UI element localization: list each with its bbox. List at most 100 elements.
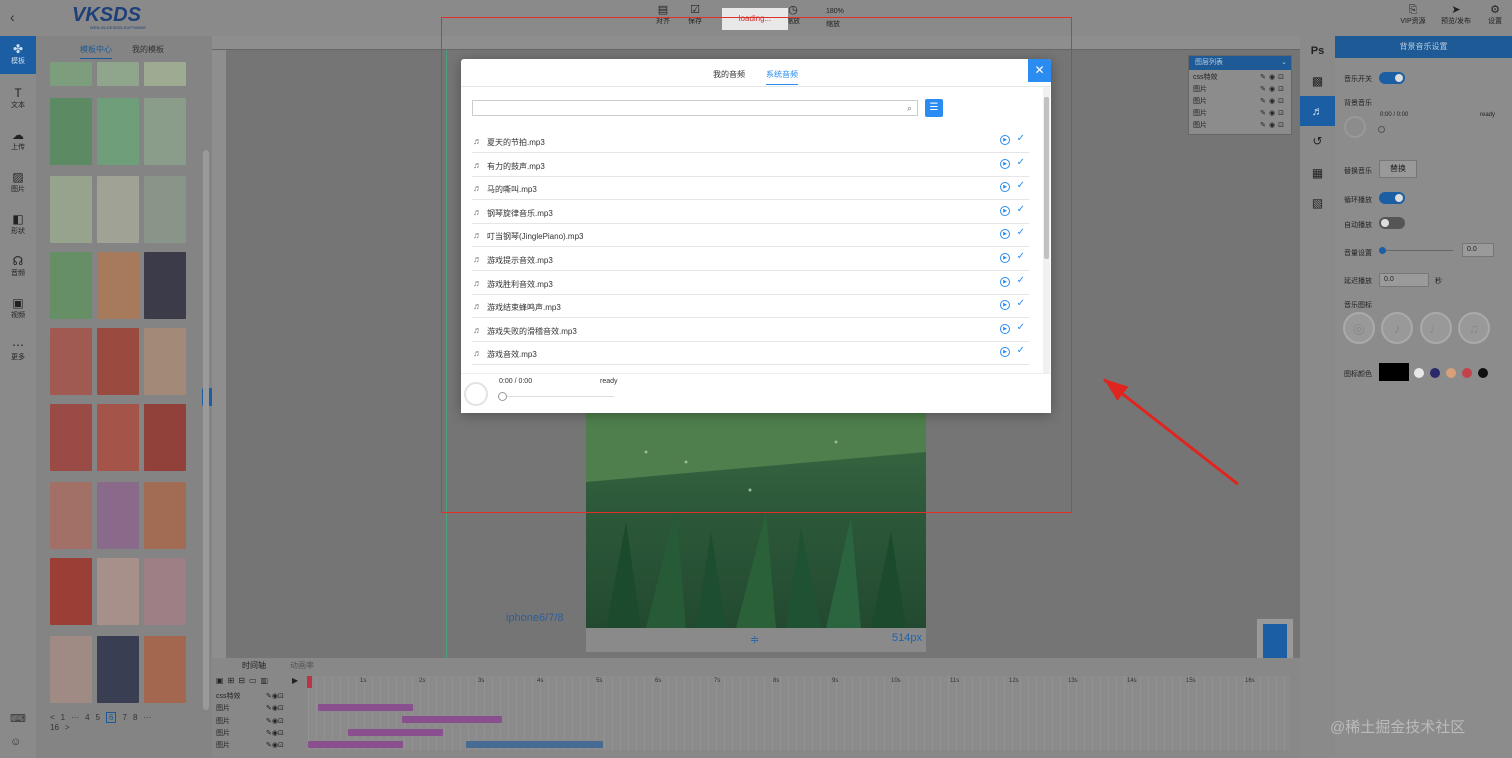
template-thumb[interactable] — [144, 62, 186, 86]
audio-track-row[interactable]: ♬ 游戏提示音效.mp3 ▶ ✓ — [472, 248, 1029, 271]
play-icon[interactable]: ▶ — [1000, 182, 1010, 192]
page-item[interactable]: 5 — [96, 713, 100, 722]
template-thumb[interactable] — [144, 328, 186, 395]
layer-list-header[interactable]: 图层列表 ⌄ — [1189, 56, 1291, 70]
check-icon[interactable]: ✓ — [1017, 157, 1025, 168]
music-icon-option-quarter[interactable]: ♩ — [1420, 312, 1452, 344]
template-thumb[interactable] — [144, 176, 186, 243]
layer-row[interactable]: 图片 ✎◉⊡ — [1193, 84, 1289, 96]
template-thumb[interactable] — [50, 636, 92, 703]
audio-search-input[interactable] — [472, 100, 903, 116]
audio-track-row[interactable]: ♬ 游戏结束蜂鸣声.mp3 ▶ ✓ — [472, 295, 1029, 318]
tab-system-audio[interactable]: 系统音频 — [766, 69, 798, 85]
template-thumb[interactable] — [97, 176, 139, 243]
texture-icon[interactable]: ▩ — [1300, 66, 1335, 96]
check-icon[interactable]: ✓ — [1017, 180, 1025, 191]
template-scrollbar[interactable] — [203, 150, 209, 710]
play-icon[interactable]: ▶ — [1000, 229, 1010, 239]
rail-item-text[interactable]: T 文本 — [0, 80, 36, 118]
color-swatch[interactable] — [1462, 368, 1472, 378]
grid-icon[interactable]: ▦ — [1300, 158, 1335, 188]
timeline-clip[interactable] — [318, 704, 413, 711]
autoplay-toggle[interactable] — [1379, 217, 1405, 229]
player-progress-track[interactable] — [502, 396, 614, 397]
search-icon[interactable]: ⌕ — [902, 100, 918, 116]
layer-row[interactable]: 图片 ✎◉⊡ — [1193, 96, 1289, 108]
template-thumb[interactable] — [50, 98, 92, 165]
page-ellipsis[interactable]: ··· — [143, 713, 151, 722]
timeline-row-ops[interactable]: ✎◉⊡ ✎◉⊡ ✎◉⊡ ✎◉⊡ ✎◉⊡ — [266, 691, 284, 752]
layer-ops-icons[interactable]: ✎◉⊡ — [1260, 108, 1287, 120]
template-thumb[interactable] — [50, 404, 92, 471]
vip-tool[interactable]: ⎘ VIP资源 — [1396, 4, 1430, 26]
layer-ops-icons[interactable]: ✎◉⊡ — [1260, 120, 1287, 132]
template-thumb[interactable] — [97, 252, 139, 319]
check-icon[interactable]: ✓ — [1017, 204, 1025, 215]
page-item[interactable]: 8 — [133, 713, 137, 722]
audio-track-row[interactable]: ♬ 夏天的节拍.mp3 ▶ ✓ — [472, 130, 1029, 153]
rail-item-more[interactable]: ⋯ 更多 — [0, 332, 36, 370]
color-swatch[interactable] — [1446, 368, 1456, 378]
rail-item-upload[interactable]: ☁ 上传 — [0, 122, 36, 160]
rail-item-image[interactable]: ▨ 图片 — [0, 164, 36, 202]
player-progress-knob[interactable] — [498, 392, 507, 401]
template-thumb[interactable] — [97, 328, 139, 395]
check-icon[interactable]: ✓ — [1017, 322, 1025, 333]
back-arrow-icon[interactable]: ‹ — [10, 10, 24, 24]
template-thumb[interactable] — [50, 482, 92, 549]
music-icon[interactable]: ♬ — [1300, 96, 1335, 126]
template-thumb[interactable] — [144, 98, 186, 165]
loop-toggle[interactable] — [1379, 192, 1405, 204]
play-icon[interactable]: ▶ — [1000, 135, 1010, 145]
timeline-clip[interactable] — [402, 716, 502, 723]
music-icon-option-disc[interactable]: ◎ — [1343, 312, 1375, 344]
support-icon[interactable]: ☺ — [10, 736, 21, 748]
audio-track-row[interactable]: ♬ 叮当钢琴(JinglePiano).mp3 ▶ ✓ — [472, 224, 1029, 247]
page-prev[interactable]: < — [50, 713, 55, 722]
template-thumb[interactable] — [144, 404, 186, 471]
music-switch-toggle[interactable] — [1379, 72, 1405, 84]
audio-track-row[interactable]: ♬ 游戏胜利音效.mp3 ▶ ✓ — [472, 272, 1029, 295]
chevron-down-icon[interactable]: ⌄ — [1281, 56, 1287, 70]
play-icon[interactable]: ▶ — [1000, 206, 1010, 216]
resize-handle-icon[interactable]: ≑ — [750, 633, 759, 646]
template-thumb[interactable] — [144, 482, 186, 549]
ps-button[interactable]: Ps — [1300, 36, 1335, 66]
layer-ops-icons[interactable]: ✎◉⊡ — [1260, 84, 1287, 96]
music-icon-option-beam[interactable]: ♫ — [1458, 312, 1490, 344]
volume-input[interactable]: 0.0 — [1462, 243, 1494, 257]
layer-ops-icons[interactable]: ✎◉⊡ — [1260, 72, 1287, 84]
rail-item-template[interactable]: ✤ 模板 — [0, 36, 36, 74]
bg-music-progress-knob[interactable] — [1378, 126, 1385, 133]
tab-my-templates[interactable]: 我的模板 — [132, 44, 164, 55]
template-thumb[interactable] — [97, 482, 139, 549]
template-thumb[interactable] — [50, 176, 92, 243]
template-thumb[interactable] — [97, 558, 139, 625]
page-next[interactable]: > — [65, 723, 70, 732]
template-thumb[interactable] — [97, 62, 139, 86]
check-icon[interactable]: ✓ — [1017, 298, 1025, 309]
layer-row[interactable]: 图片 ✎◉⊡ — [1193, 120, 1289, 132]
template-thumb[interactable] — [144, 636, 186, 703]
check-icon[interactable]: ✓ — [1017, 251, 1025, 262]
player-play-button[interactable] — [464, 382, 488, 406]
timeline-clip[interactable] — [466, 741, 603, 748]
page-ellipsis[interactable]: ··· — [71, 713, 79, 722]
layer-ops-icons[interactable]: ✎◉⊡ — [1260, 96, 1287, 108]
check-icon[interactable]: ✓ — [1017, 345, 1025, 356]
page-item-current[interactable]: 6 — [106, 712, 117, 723]
timeline-tool-icons[interactable]: ▣⊞⊟▭▥ — [216, 676, 272, 685]
page-item[interactable]: 16 — [50, 723, 59, 732]
play-icon[interactable]: ▶ — [1000, 253, 1010, 263]
template-thumb[interactable] — [97, 98, 139, 165]
audio-track-row[interactable]: ♬ 马的嘶叫.mp3 ▶ ✓ — [472, 177, 1029, 200]
play-icon[interactable]: ▶ — [1000, 324, 1010, 334]
keyboard-icon[interactable]: ⌨ — [10, 712, 26, 725]
check-icon[interactable]: ✓ — [1017, 275, 1025, 286]
volume-slider[interactable] — [1383, 250, 1453, 251]
color-swatch[interactable] — [1414, 368, 1424, 378]
rail-item-shape[interactable]: ◧ 形状 — [0, 206, 36, 244]
replace-music-button[interactable]: 替换 — [1379, 160, 1417, 178]
template-thumb[interactable] — [50, 328, 92, 395]
play-icon[interactable]: ▶ — [1000, 277, 1010, 287]
